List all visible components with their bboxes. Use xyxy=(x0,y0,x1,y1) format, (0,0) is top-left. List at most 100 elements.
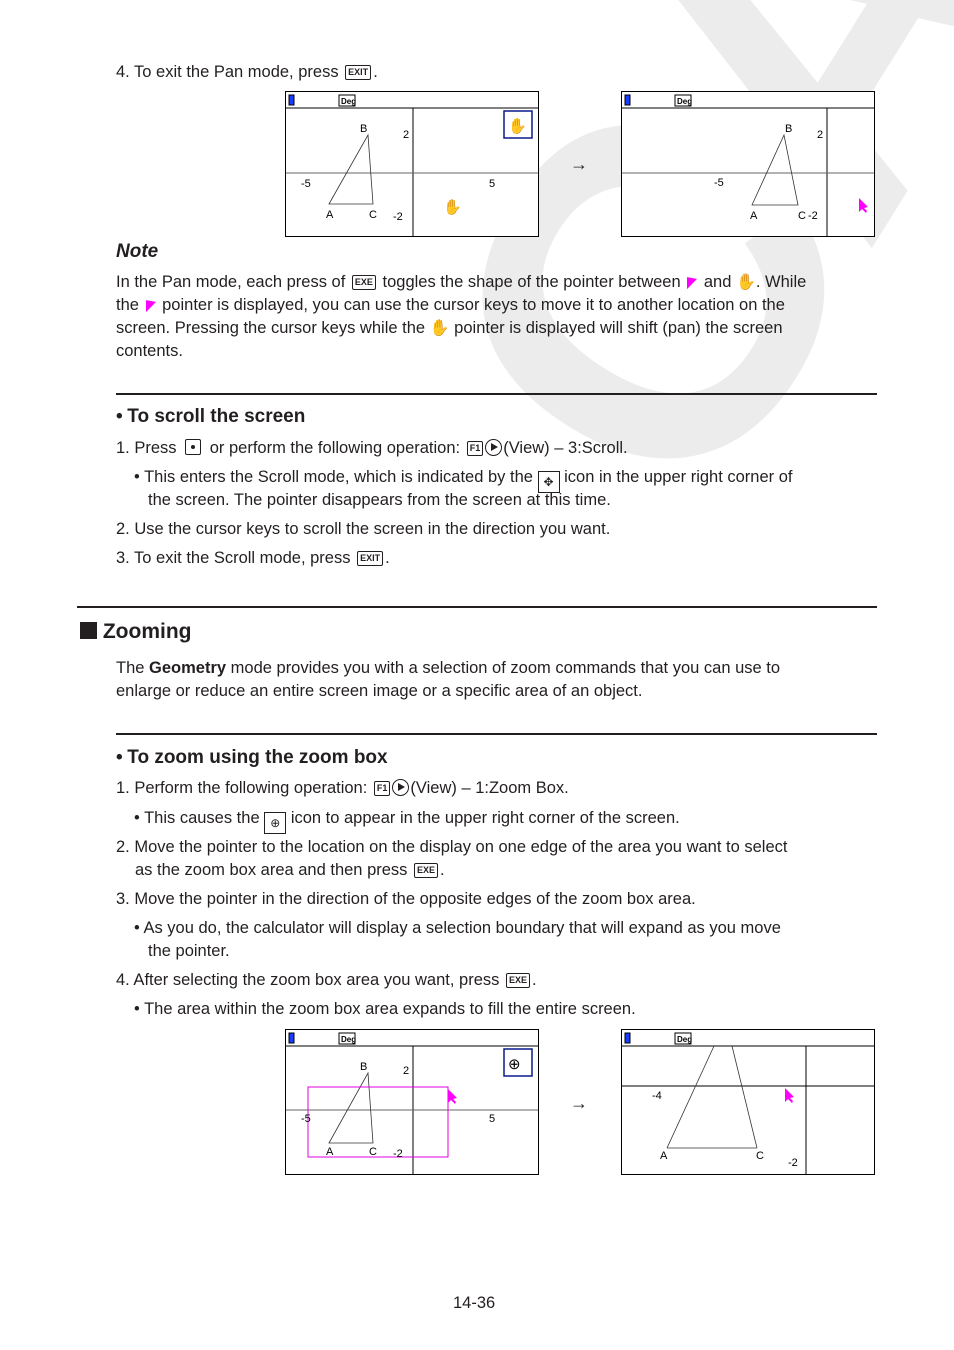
screen-pan-after: Deg B A C 2 -2 -5 xyxy=(621,91,875,237)
label-c: C xyxy=(369,209,377,221)
tick-y-pos: 2 xyxy=(817,129,823,141)
zoom-box-icon: ⊕ xyxy=(264,812,287,834)
section-square-icon xyxy=(80,622,97,639)
f1-key: F1 xyxy=(373,781,391,796)
pan-exit-step: 4. To exit the Pan mode, press EXIT. xyxy=(116,62,378,82)
geometry-mode-name: Geometry xyxy=(149,659,227,677)
tick-x-neg: -5 xyxy=(714,177,724,189)
text: 3. To exit the Scroll mode, press xyxy=(116,549,351,567)
screen-pan-before: Deg B A C 2 -2 -5 5 ✋ ✋ xyxy=(285,91,539,237)
divider xyxy=(116,393,877,395)
zoom-bullet-1: • This causes the ⊕ icon to appear in th… xyxy=(134,808,680,834)
text: and xyxy=(703,273,732,291)
scroll-step-3: 3. To exit the Scroll mode, press EXIT. xyxy=(116,548,390,568)
zoom-step-2-cont: as the zoom box area and then press EXE. xyxy=(135,860,445,880)
tick-y-pos: 2 xyxy=(403,129,409,141)
zoom-bullet-3: • As you do, the calculator will display… xyxy=(134,919,781,937)
exe-key: EXE xyxy=(505,973,530,988)
zoom-box-heading: • To zoom using the zoom box xyxy=(116,748,388,768)
bullet: • xyxy=(116,406,123,427)
zooming-heading: Zooming xyxy=(80,620,192,644)
tick-y-neg: -2 xyxy=(808,210,818,222)
arrow-pointer-icon xyxy=(448,1089,457,1104)
zooming-intro-1: The Geometry mode provides you with a se… xyxy=(116,658,780,678)
arrow-pointer-icon xyxy=(785,1088,794,1103)
label-a: A xyxy=(326,209,334,221)
text: 1. Perform the following operation: xyxy=(116,779,368,797)
zoom-bullet-3-cont: the pointer. xyxy=(148,942,230,960)
bullet: • xyxy=(116,747,123,768)
text: icon in the upper right corner of xyxy=(564,468,793,486)
dot-key xyxy=(185,439,202,455)
deg-label: Deg xyxy=(341,97,356,106)
arrow-pointer-icon xyxy=(687,277,698,291)
label-a: A xyxy=(750,210,758,222)
text: • This enters the Scroll mode, which is … xyxy=(134,468,533,486)
triangle xyxy=(328,1071,374,1144)
triangle-side-ab xyxy=(666,1045,715,1149)
text: pointer is displayed, you can use the cu… xyxy=(162,296,785,314)
scroll-bullet-1-cont: the screen. The pointer disappears from … xyxy=(148,491,611,509)
label-b: B xyxy=(785,123,792,135)
zoom-step-1: 1. Perform the following operation: F1 (V… xyxy=(116,778,569,798)
deg-label: Deg xyxy=(677,97,692,106)
screen-zoom-after: Deg A C -4 -2 xyxy=(621,1029,875,1175)
label-b: B xyxy=(360,1061,367,1073)
scroll-step-2: 2. Use the cursor keys to scroll the scr… xyxy=(116,520,611,538)
battery-icon xyxy=(624,94,631,106)
scroll-step-1: 1. Press or perform the following operat… xyxy=(116,438,628,458)
text: (View) – 1:Zoom Box. xyxy=(410,779,569,797)
text: . xyxy=(532,971,537,989)
tick-y-pos: 2 xyxy=(403,1065,409,1077)
deg-label: Deg xyxy=(341,1035,356,1044)
tick-x-pos: 5 xyxy=(489,178,495,190)
arrow-pointer-icon xyxy=(145,300,156,314)
magnifier-glyph: ⊕ xyxy=(508,1056,521,1073)
zooming-intro-2: enlarge or reduce an entire screen image… xyxy=(116,682,643,700)
note-line-4: contents. xyxy=(116,342,183,360)
hand-glyph: ✋ xyxy=(508,117,527,135)
text: 1. Press xyxy=(116,439,177,457)
heading-text: To zoom using the zoom box xyxy=(127,747,388,768)
arrow-pointer-icon xyxy=(859,198,868,213)
scroll-heading: • To scroll the screen xyxy=(116,407,305,427)
battery-icon xyxy=(288,94,295,106)
text: . xyxy=(385,549,390,567)
text: icon to appear in the upper right corner… xyxy=(290,809,680,827)
text: toggles the shape of the pointer between xyxy=(382,273,681,291)
zoom-step-4: 4. After selecting the zoom box area you… xyxy=(116,970,537,990)
exit-key: EXIT xyxy=(345,65,372,80)
text: pointer is displayed will shift (pan) th… xyxy=(454,319,783,337)
label-c: C xyxy=(756,1150,764,1162)
text: the xyxy=(116,296,139,314)
divider xyxy=(116,733,877,735)
screen-zoom-before: Deg B A C 2 -2 -5 5 ⊕ xyxy=(285,1029,539,1175)
note-line-2: the pointer is displayed, you can use th… xyxy=(116,295,785,315)
text: as the zoom box area and then press xyxy=(135,861,408,879)
triangle xyxy=(751,133,799,206)
deg-label: Deg xyxy=(677,1035,692,1044)
tick-x-neg: -5 xyxy=(301,178,311,190)
text: 4. After selecting the zoom box area you… xyxy=(116,971,500,989)
f1-key: F1 xyxy=(466,441,484,456)
text: (View) – 3:Scroll. xyxy=(503,439,628,457)
transition-arrow: → xyxy=(570,1093,588,1113)
tick-x-neg: -5 xyxy=(301,1113,311,1125)
exe-key: EXE xyxy=(351,275,376,290)
label-a: A xyxy=(660,1150,668,1162)
text: . xyxy=(440,861,445,879)
hand-pointer-icon: ✋ xyxy=(735,274,756,291)
right-cursor-key-icon xyxy=(392,779,410,796)
zoom-step-2: 2. Move the pointer to the location on t… xyxy=(116,838,788,856)
text: or perform the following operation: xyxy=(209,439,461,457)
exit-key: EXIT xyxy=(357,551,384,566)
step-end: . xyxy=(373,63,378,81)
tick-x-pos: 5 xyxy=(489,1113,495,1125)
note-line-1: In the Pan mode, each press of EXE toggl… xyxy=(116,272,806,293)
tick-y-neg: -2 xyxy=(393,211,403,223)
hand-pointer-icon: ✋ xyxy=(443,198,462,216)
step-text: 4. To exit the Pan mode, press xyxy=(116,63,339,81)
zoom-bullet-4: • The area within the zoom box area expa… xyxy=(134,1000,636,1018)
transition-arrow: → xyxy=(570,154,588,174)
text: . While xyxy=(755,273,807,291)
